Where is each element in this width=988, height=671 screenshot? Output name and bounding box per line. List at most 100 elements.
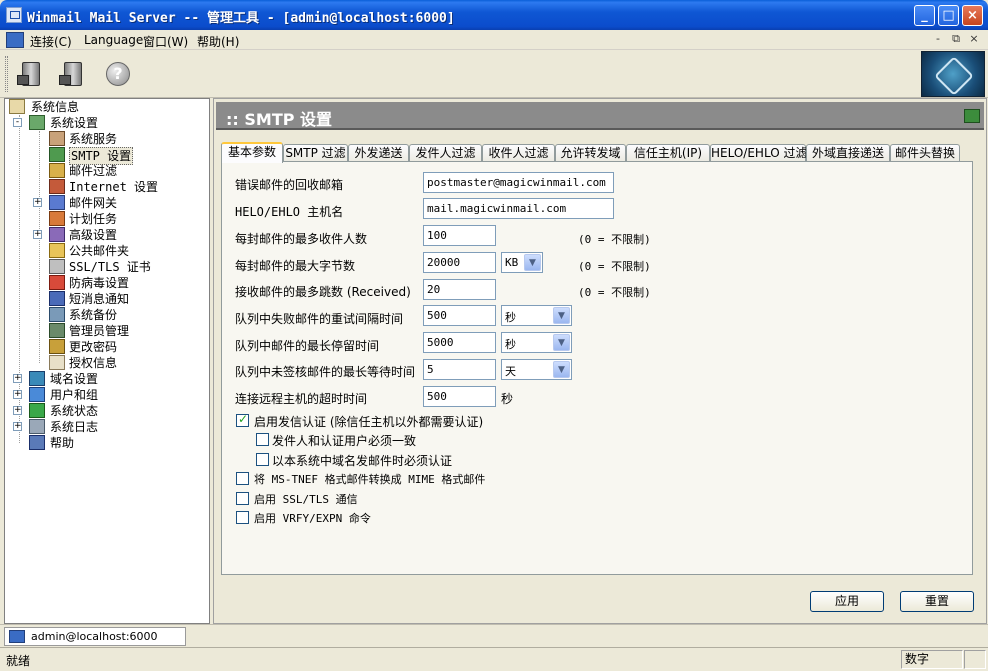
smtp-icon [49, 147, 65, 162]
helo-host-input[interactable]: mail.magicwinmail.com [423, 198, 614, 219]
connect-server-icon [17, 62, 40, 86]
chevron-down-icon: ▼ [553, 334, 570, 351]
disconnect-button[interactable] [58, 58, 90, 90]
maximize-icon: □ [942, 8, 955, 23]
tab-basic[interactable]: 基本参数 [221, 142, 283, 163]
schedule-icon [49, 211, 65, 226]
menu-window[interactable]: 窗口(W) [143, 33, 188, 50]
toolbar: ? [0, 50, 988, 98]
document-menu-icon[interactable] [6, 32, 24, 48]
status-text: 就绪 [6, 654, 31, 668]
retry-interval-unit-value: 秒 [505, 311, 516, 324]
max-hops-hint: (0 = 不限制) [578, 286, 651, 299]
internet-icon [49, 179, 65, 194]
folder-icon [49, 243, 65, 258]
tab-relay-domains[interactable]: 允许转发域 [555, 144, 626, 162]
close-button[interactable]: × [962, 5, 983, 26]
tab-smtp-filter[interactable]: SMTP 过滤 [283, 144, 348, 162]
connect-button[interactable] [16, 58, 48, 90]
expand-icon[interactable]: + [13, 406, 22, 415]
expand-icon[interactable]: + [33, 198, 42, 207]
maximize-button[interactable]: □ [938, 5, 959, 26]
helo-host-label: HELO/EHLO 主机名 [235, 205, 344, 219]
local-domain-auth-checkbox[interactable] [256, 453, 269, 466]
document-tab-bar: admin@localhost:6000 [0, 624, 988, 647]
tab-body: 错误邮件的回收邮箱 postmaster@magicwinmail.com HE… [221, 161, 973, 575]
panel-header-icon [964, 109, 980, 123]
ssl-tls-label: 启用 SSL/TLS 通信 [254, 493, 358, 506]
reset-button[interactable]: 重置 [900, 591, 974, 612]
gateway-icon [49, 195, 65, 210]
ssl-tls-checkbox[interactable] [236, 492, 249, 505]
menu-help[interactable]: 帮助(H) [197, 33, 239, 50]
tnef-convert-checkbox[interactable] [236, 472, 249, 485]
max-recipients-input[interactable]: 100 [423, 225, 496, 246]
panel-header: :: SMTP 设置 [216, 102, 984, 130]
admin-icon [49, 323, 65, 338]
connect-timeout-input[interactable]: 500 [423, 386, 496, 407]
tree-item-label: 管理员管理 [69, 324, 130, 338]
retry-interval-unit-select[interactable]: 秒 ▼ [501, 305, 572, 326]
users-icon [29, 387, 45, 402]
certificate-icon [49, 259, 65, 274]
mdi-restore-icon[interactable]: ⧉ [949, 33, 963, 46]
tab-header-replace[interactable]: 邮件头替换 [890, 144, 960, 162]
menu-bar: 连接(C) Language 窗口(W) 帮助(H) - ⧉ × [0, 30, 988, 50]
sender-match-auth-checkbox[interactable] [256, 433, 269, 446]
tab-recipient-filter[interactable]: 收件人过滤 [482, 144, 555, 162]
minimize-button[interactable]: _ [914, 5, 935, 26]
tab-direct-delivery[interactable]: 外域直接递送 [806, 144, 890, 162]
menu-language[interactable]: Language [84, 33, 143, 47]
max-unapproved-wait-input[interactable]: 5 [423, 359, 496, 380]
local-domain-auth-label: 以本系统中域名发邮件时必须认证 [272, 454, 453, 468]
mdi-minimize-icon[interactable]: - [931, 33, 945, 46]
toolbar-grip[interactable] [5, 56, 8, 92]
help-button[interactable]: ? [102, 58, 134, 90]
expand-icon[interactable]: + [13, 422, 22, 431]
expand-icon[interactable]: + [13, 374, 22, 383]
tree-item-label: 更改密码 [69, 340, 118, 354]
max-size-hint: (0 = 不限制) [578, 260, 651, 273]
tab-sender-filter[interactable]: 发件人过滤 [409, 144, 482, 162]
max-unapproved-wait-unit-value: 天 [505, 365, 516, 378]
max-hops-label: 接收邮件的最多跳数 (Received) [235, 285, 411, 299]
tab-helo-filter[interactable]: HELO/EHLO 过滤 [710, 144, 807, 162]
antivirus-icon [49, 275, 65, 290]
vrfy-expn-label: 启用 VRFY/EXPN 命令 [254, 512, 371, 525]
connection-icon [9, 630, 25, 643]
smtp-auth-label: 启用发信认证 (除信任主机以外都需要认证) [254, 415, 484, 429]
retry-interval-input[interactable]: 500 [423, 305, 496, 326]
mdi-close-icon[interactable]: × [967, 33, 981, 46]
collapse-icon[interactable]: - [13, 118, 22, 127]
bounce-mailbox-label: 错误邮件的回收邮箱 [235, 178, 344, 192]
bounce-mailbox-input[interactable]: postmaster@magicwinmail.com [423, 172, 614, 193]
tree-item-label: Internet 设置 [69, 180, 159, 194]
max-queue-time-input[interactable]: 5000 [423, 332, 496, 353]
expand-icon[interactable]: + [33, 230, 42, 239]
tab-outbound[interactable]: 外发递送 [348, 144, 409, 162]
max-queue-time-unit-select[interactable]: 秒 ▼ [501, 332, 572, 353]
apply-button[interactable]: 应用 [810, 591, 884, 612]
max-size-unit-select[interactable]: KB ▼ [501, 252, 543, 273]
tree-item-label: 计划任务 [69, 212, 118, 226]
document-tab[interactable]: admin@localhost:6000 [4, 627, 186, 646]
sender-match-auth-label: 发件人和认证用户必须一致 [272, 434, 417, 448]
max-size-label: 每封邮件的最大字节数 [235, 259, 356, 273]
sms-icon [49, 291, 65, 306]
smtp-auth-checkbox[interactable] [236, 412, 249, 427]
tree-item-label: 系统服务 [69, 132, 118, 146]
expand-icon[interactable]: + [13, 390, 22, 399]
tree-item-label: 系统状态 [50, 404, 99, 418]
vrfy-expn-checkbox[interactable] [236, 511, 249, 524]
tree-item-label: 公共邮件夹 [69, 244, 130, 258]
tree-item-label: 系统备份 [69, 308, 118, 322]
winmail-logo [921, 51, 985, 97]
max-unapproved-wait-unit-select[interactable]: 天 ▼ [501, 359, 572, 380]
max-hops-input[interactable]: 20 [423, 279, 496, 300]
tree-item-label: 邮件过滤 [69, 164, 118, 178]
tab-trusted-hosts[interactable]: 信任主机(IP) [626, 144, 710, 162]
tree-item-label: 高级设置 [69, 228, 118, 242]
max-size-input[interactable]: 20000 [423, 252, 496, 273]
navigation-tree: 系统信息 - 系统设置 系统服务 SMTP 设置 邮件过滤 Internet 设… [4, 98, 210, 624]
menu-connect[interactable]: 连接(C) [30, 33, 72, 50]
